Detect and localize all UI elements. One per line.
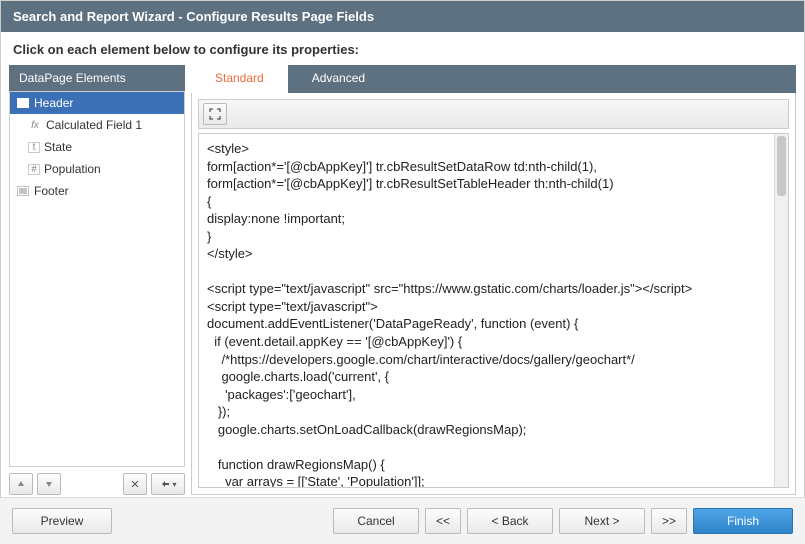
finish-button[interactable]: Finish <box>693 508 793 534</box>
move-up-button[interactable] <box>9 473 33 495</box>
vertical-scrollbar[interactable] <box>774 134 788 487</box>
elements-panel-header: DataPage Elements <box>9 65 185 91</box>
fx-field-icon: fx <box>28 118 42 132</box>
number-field-icon: # <box>28 164 40 175</box>
preview-button[interactable]: Preview <box>12 508 112 534</box>
tree-item-state[interactable]: t State <box>10 136 184 158</box>
tab-advanced[interactable]: Advanced <box>288 65 389 93</box>
editor-toolbar <box>198 99 789 129</box>
tree-item-label: Footer <box>34 184 69 198</box>
move-down-button[interactable] <box>37 473 61 495</box>
scrollbar-thumb[interactable] <box>777 136 786 196</box>
tree-item-footer[interactable]: Footer <box>10 180 184 202</box>
section-icon <box>16 184 30 198</box>
text-field-icon: t <box>28 142 40 153</box>
tree-item-label: Header <box>34 96 73 110</box>
cancel-button[interactable]: Cancel <box>333 508 419 534</box>
tree-item-population[interactable]: # Population <box>10 158 184 180</box>
tab-standard[interactable]: Standard <box>191 65 288 93</box>
last-page-button[interactable]: >> <box>651 508 687 534</box>
instruction-text: Click on each element below to configure… <box>1 32 804 65</box>
next-button[interactable]: Next > <box>559 508 645 534</box>
tree-item-label: Calculated Field 1 <box>46 118 142 132</box>
back-button[interactable]: < Back <box>467 508 553 534</box>
tree-item-label: State <box>44 140 72 154</box>
code-content-before: <style> form[action*='[@cbAppKey]'] tr.c… <box>207 141 692 488</box>
section-icon <box>16 96 30 110</box>
window-title: Search and Report Wizard - Configure Res… <box>1 1 804 32</box>
tree-item-header[interactable]: Header <box>10 92 184 114</box>
wizard-button-bar: Preview Cancel << < Back Next > >> Finis… <box>0 497 805 544</box>
elements-tree: Header fx Calculated Field 1 t State # P… <box>9 91 185 467</box>
delete-button[interactable]: ✕ <box>123 473 147 495</box>
tree-toolbar: ✕ ▾ <box>9 467 185 495</box>
config-tabs: Standard Advanced <box>191 65 796 93</box>
tree-item-calculated-field[interactable]: fx Calculated Field 1 <box>10 114 184 136</box>
first-page-button[interactable]: << <box>425 508 461 534</box>
tree-item-label: Population <box>44 162 101 176</box>
expand-editor-button[interactable] <box>203 103 227 125</box>
code-editor[interactable]: <style> form[action*='[@cbAppKey]'] tr.c… <box>198 133 789 488</box>
insert-button[interactable]: ▾ <box>151 473 185 495</box>
